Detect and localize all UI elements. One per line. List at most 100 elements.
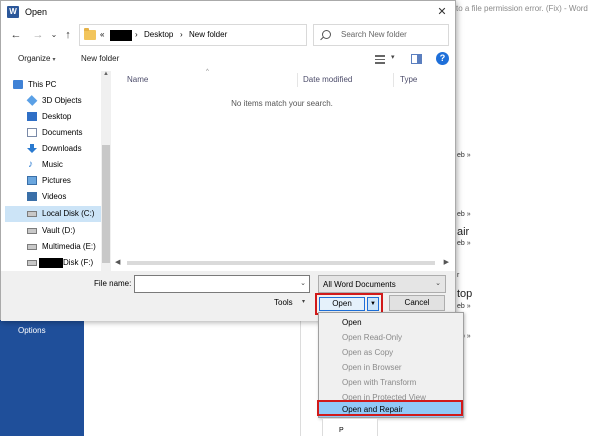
- recent-item-fragment[interactable]: eb »: [457, 152, 471, 159]
- menu-item-open[interactable]: Open: [319, 315, 463, 330]
- close-button[interactable]: ✕: [433, 3, 451, 21]
- recent-locations-chevron-icon[interactable]: ⌄: [47, 28, 61, 42]
- redacted-path-segment: [110, 30, 132, 41]
- menu-item-label: Open in Browser: [342, 363, 402, 372]
- column-separator[interactable]: [297, 73, 298, 87]
- nav-item-label: Downloads: [42, 144, 82, 153]
- column-separator[interactable]: [393, 73, 394, 87]
- column-header-name[interactable]: Name: [127, 75, 148, 84]
- dialog-title: Open: [25, 7, 48, 17]
- scroll-up-arrow-icon[interactable]: ▲: [102, 71, 110, 77]
- breadcrumb-overflow[interactable]: «: [100, 30, 104, 39]
- nav-item-label: This PC: [28, 80, 57, 89]
- open-dropdown-arrow-icon[interactable]: ▼: [367, 297, 379, 311]
- help-icon[interactable]: ?: [436, 52, 449, 65]
- breadcrumb-separator[interactable]: ›: [135, 30, 138, 39]
- organize-label: Organize: [18, 54, 51, 63]
- up-arrow-icon[interactable]: ↑: [61, 28, 75, 42]
- menu-item-open-in-browser[interactable]: Open in Browser: [319, 360, 463, 375]
- options-menu-item[interactable]: Options: [18, 326, 46, 335]
- recent-item-fragment[interactable]: r: [457, 272, 459, 279]
- documents-icon: [27, 128, 37, 137]
- nav-item-downloads[interactable]: Downloads: [5, 141, 101, 157]
- folder-icon: [84, 28, 96, 40]
- recent-item-fragment[interactable]: eb »: [457, 211, 471, 218]
- tools-caret-icon[interactable]: ▾: [302, 298, 305, 305]
- redacted-drive-name: [39, 258, 63, 268]
- preview-pane-icon[interactable]: [411, 54, 422, 64]
- view-options-caret-icon[interactable]: ▾: [391, 53, 395, 61]
- nav-item-local-disk-c[interactable]: Local Disk (C:): [5, 206, 101, 222]
- file-name-input[interactable]: ⌄: [134, 275, 310, 293]
- backstage-partial-button[interactable]: P: [322, 418, 378, 436]
- nav-item-multimedia-e[interactable]: Multimedia (E:): [5, 239, 101, 255]
- disk-icon: [27, 211, 37, 217]
- recent-item-fragment[interactable]: eb »: [457, 303, 471, 310]
- change-view-icon[interactable]: [375, 55, 385, 64]
- column-header-type[interactable]: Type: [400, 75, 417, 84]
- desktop-icon: [27, 112, 37, 121]
- disk-icon: [27, 228, 37, 234]
- scroll-right-arrow-icon[interactable]: ▶: [444, 258, 449, 266]
- recent-item-fragment[interactable]: air: [457, 226, 469, 238]
- organize-button[interactable]: Organize ▾: [18, 54, 55, 63]
- menu-item-open-as-copy[interactable]: Open as Copy: [319, 345, 463, 360]
- nav-item-3d-objects[interactable]: 3D Objects: [5, 93, 101, 109]
- scrollbar-thumb[interactable]: [127, 261, 435, 265]
- cancel-button[interactable]: Cancel: [389, 295, 445, 311]
- nav-item-this-pc[interactable]: This PC: [5, 77, 101, 93]
- recent-item-fragment[interactable]: eb »: [457, 240, 471, 247]
- open-button[interactable]: Open: [319, 297, 365, 311]
- tools-button[interactable]: Tools: [274, 298, 293, 307]
- nav-item-pictures[interactable]: Pictures: [5, 173, 101, 189]
- nav-item-label: Documents: [42, 128, 83, 137]
- nav-item-desktop[interactable]: Desktop: [5, 109, 101, 125]
- nav-item-music[interactable]: ♪ Music: [5, 157, 101, 173]
- file-type-select[interactable]: All Word Documents ⌄: [318, 275, 446, 293]
- file-list: ^ Name Date modified Type No items match…: [113, 69, 451, 271]
- forward-arrow-icon[interactable]: →: [31, 28, 45, 42]
- sort-caret-icon: ^: [206, 69, 209, 75]
- nav-item-vault-d[interactable]: Vault (D:): [5, 223, 101, 239]
- breadcrumb-desktop[interactable]: Desktop: [144, 30, 173, 39]
- nav-item-disk-f[interactable]: Disk (F:): [5, 255, 101, 271]
- word-window-title: to a file permission error. (Fix) - Word: [456, 4, 588, 13]
- file-name-label: File name:: [94, 279, 132, 288]
- recent-item-fragment[interactable]: top: [457, 288, 472, 300]
- nav-item-label: Disk (F:): [63, 258, 94, 267]
- backstage-divider: [300, 318, 301, 436]
- new-folder-button[interactable]: New folder: [81, 54, 119, 63]
- dialog-titlebar[interactable]: W Open ✕: [1, 1, 455, 23]
- file-name-dropdown-chevron-icon[interactable]: ⌄: [300, 279, 306, 287]
- scroll-left-arrow-icon[interactable]: ◀: [115, 258, 120, 266]
- word-backstage-sidebar: Options: [0, 318, 84, 436]
- open-dialog: W Open ✕ ← → ⌄ ↑ « › Desktop › New folde…: [0, 0, 456, 321]
- search-icon: [322, 30, 331, 39]
- open-and-repair-annotation-box: [317, 400, 463, 416]
- nav-item-documents[interactable]: Documents: [5, 125, 101, 141]
- nav-item-label: Local Disk (C:): [42, 209, 95, 218]
- nav-item-videos[interactable]: Videos: [5, 189, 101, 205]
- nav-pane-scrollbar[interactable]: ▲: [101, 71, 111, 271]
- disk-icon: [27, 260, 37, 266]
- file-type-chevron-icon: ⌄: [435, 280, 441, 287]
- download-icon: [27, 144, 37, 153]
- nav-item-label: Videos: [42, 192, 67, 201]
- scrollbar-thumb[interactable]: [102, 145, 110, 263]
- search-input[interactable]: Search New folder: [313, 24, 449, 46]
- column-header-date-modified[interactable]: Date modified: [303, 75, 352, 84]
- menu-item-label: Open with Transform: [342, 378, 417, 387]
- breadcrumb-separator[interactable]: ›: [180, 30, 183, 39]
- menu-item-open-read-only[interactable]: Open Read-Only: [319, 330, 463, 345]
- partial-button-label: P: [339, 427, 344, 434]
- back-arrow-icon[interactable]: ←: [9, 28, 23, 42]
- file-list-horizontal-scrollbar[interactable]: ◀ ▶: [113, 257, 451, 269]
- navigation-pane: This PC 3D Objects Desktop Documents Dow…: [5, 71, 113, 271]
- breadcrumb-new-folder[interactable]: New folder: [189, 30, 227, 39]
- videos-icon: [27, 192, 37, 201]
- menu-item-open-with-transform[interactable]: Open with Transform: [319, 375, 463, 390]
- address-bar[interactable]: « › Desktop › New folder ⌄ ↻: [79, 24, 375, 46]
- search-placeholder: Search New folder: [341, 30, 407, 39]
- navigation-bar: ← → ⌄ ↑ « › Desktop › New folder ⌄ ↻ Sea…: [1, 23, 455, 49]
- nav-item-label: Vault (D:): [42, 226, 76, 235]
